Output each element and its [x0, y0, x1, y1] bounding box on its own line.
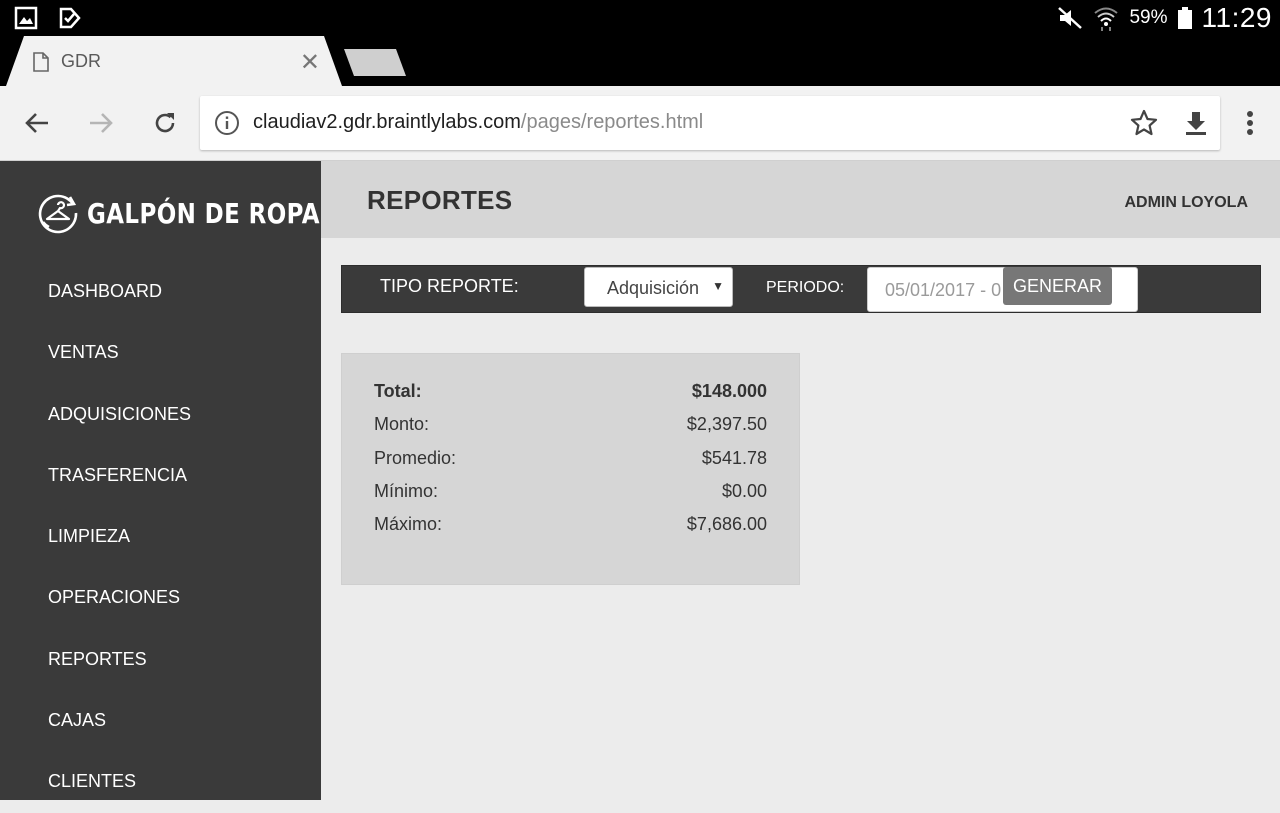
battery-level: 59%	[1129, 7, 1168, 28]
date-range-value: 05/01/2017 - 0	[885, 280, 1002, 300]
new-tab-button[interactable]	[344, 49, 406, 76]
forward-arrow-icon	[90, 113, 113, 133]
summary-value: $0.00	[721, 481, 767, 501]
browser-toolbar: claudiav2.gdr.braintlylabs.com/pages/rep…	[0, 86, 1280, 161]
forward-button[interactable]	[86, 108, 116, 138]
url-text[interactable]: claudiav2.gdr.braintlylabs.com/pages/rep…	[253, 111, 703, 134]
summary-label: Total:	[374, 381, 422, 401]
summary-label: Máximo:	[374, 514, 443, 534]
status-bar: 59% 11:29	[0, 0, 1280, 36]
user-menu[interactable]: ADMIN LOYOLA	[1124, 194, 1248, 212]
reload-icon	[155, 113, 175, 133]
gallery-icon	[14, 6, 38, 30]
report-type-value: Adquisición	[607, 278, 700, 298]
document-icon	[33, 52, 49, 72]
reload-button[interactable]	[150, 108, 180, 138]
sidebar-item-trasferencia[interactable]: TRASFERENCIA	[0, 445, 321, 506]
summary-value: $7,686.00	[686, 514, 767, 534]
summary-row: Mínimo: $0.00	[374, 481, 767, 507]
report-summary-card: Total: $148.000 Monto: $2,397.50 Promedi…	[341, 353, 800, 585]
page-title: REPORTES	[367, 185, 513, 215]
summary-row: Monto: $2,397.50	[374, 414, 767, 440]
report-type-label: TIPO REPORTE:	[380, 276, 519, 296]
summary-row: Total: $148.000	[374, 381, 767, 407]
address-bar[interactable]: claudiav2.gdr.braintlylabs.com/pages/rep…	[200, 96, 1220, 150]
summary-label: Mínimo:	[374, 481, 439, 501]
summary-label: Promedio:	[374, 448, 457, 468]
report-filter-bar: TIPO REPORTE: Adquisición ▼ PERIODO: 05/…	[341, 265, 1261, 313]
info-icon[interactable]	[214, 110, 240, 136]
summary-value: $148.000	[691, 381, 767, 401]
sidebar-item-reportes[interactable]: REPORTES	[0, 629, 321, 690]
summary-row: Máximo: $7,686.00	[374, 514, 767, 540]
sidebar-item-ventas[interactable]: VENTAS	[0, 322, 321, 383]
battery-icon	[1177, 7, 1192, 29]
report-type-select[interactable]: Adquisición ▼	[584, 267, 733, 307]
sidebar-item-limpieza[interactable]: LIMPIEZA	[0, 506, 321, 567]
summary-row: Promedio: $541.78	[374, 448, 767, 474]
close-tab-icon[interactable]: ✕	[300, 48, 320, 77]
url-domain: claudiav2.gdr.braintlylabs.com	[253, 111, 521, 133]
back-arrow-icon	[25, 113, 48, 133]
period-label: PERIODO:	[766, 279, 845, 296]
url-path: /pages/reportes.html	[520, 111, 704, 133]
back-button[interactable]	[22, 108, 52, 138]
sidebar-item-operaciones[interactable]: OPERACIONES	[0, 567, 321, 628]
hanger-logo-icon	[38, 194, 78, 234]
browser-tab[interactable]: GDR ✕	[6, 36, 342, 86]
summary-label: Monto:	[374, 414, 430, 434]
sidebar: GALPÓN DE ROPA DASHBOARD VENTAS ADQUISIC…	[0, 161, 321, 800]
download-icon[interactable]	[1182, 109, 1210, 137]
bookmark-star-icon[interactable]	[1130, 109, 1158, 137]
mute-icon	[1058, 7, 1083, 29]
sidebar-item-clientes[interactable]: CLIENTES	[0, 751, 321, 812]
sidebar-item-dashboard[interactable]: DASHBOARD	[0, 261, 321, 322]
overflow-menu-icon[interactable]	[1236, 108, 1264, 138]
sidebar-nav: DASHBOARD VENTAS ADQUISICIONES TRASFEREN…	[0, 261, 321, 813]
summary-value: $541.78	[701, 448, 767, 468]
brand-name: GALPÓN DE ROPA	[87, 196, 320, 230]
generate-button[interactable]: GENERAR	[1003, 267, 1112, 305]
task-check-icon	[59, 7, 81, 29]
wifi-icon	[1094, 7, 1119, 31]
tab-strip: GDR ✕	[0, 36, 1280, 86]
dropdown-arrow-icon: ▼	[712, 279, 724, 293]
tab-title: GDR	[61, 51, 101, 71]
sidebar-item-adquisiciones[interactable]: ADQUISICIONES	[0, 384, 321, 445]
clock: 11:29	[1201, 2, 1272, 33]
page-header: REPORTES ADMIN LOYOLA	[321, 161, 1280, 238]
sidebar-item-cajas[interactable]: CAJAS	[0, 690, 321, 751]
summary-value: $2,397.50	[686, 414, 767, 434]
